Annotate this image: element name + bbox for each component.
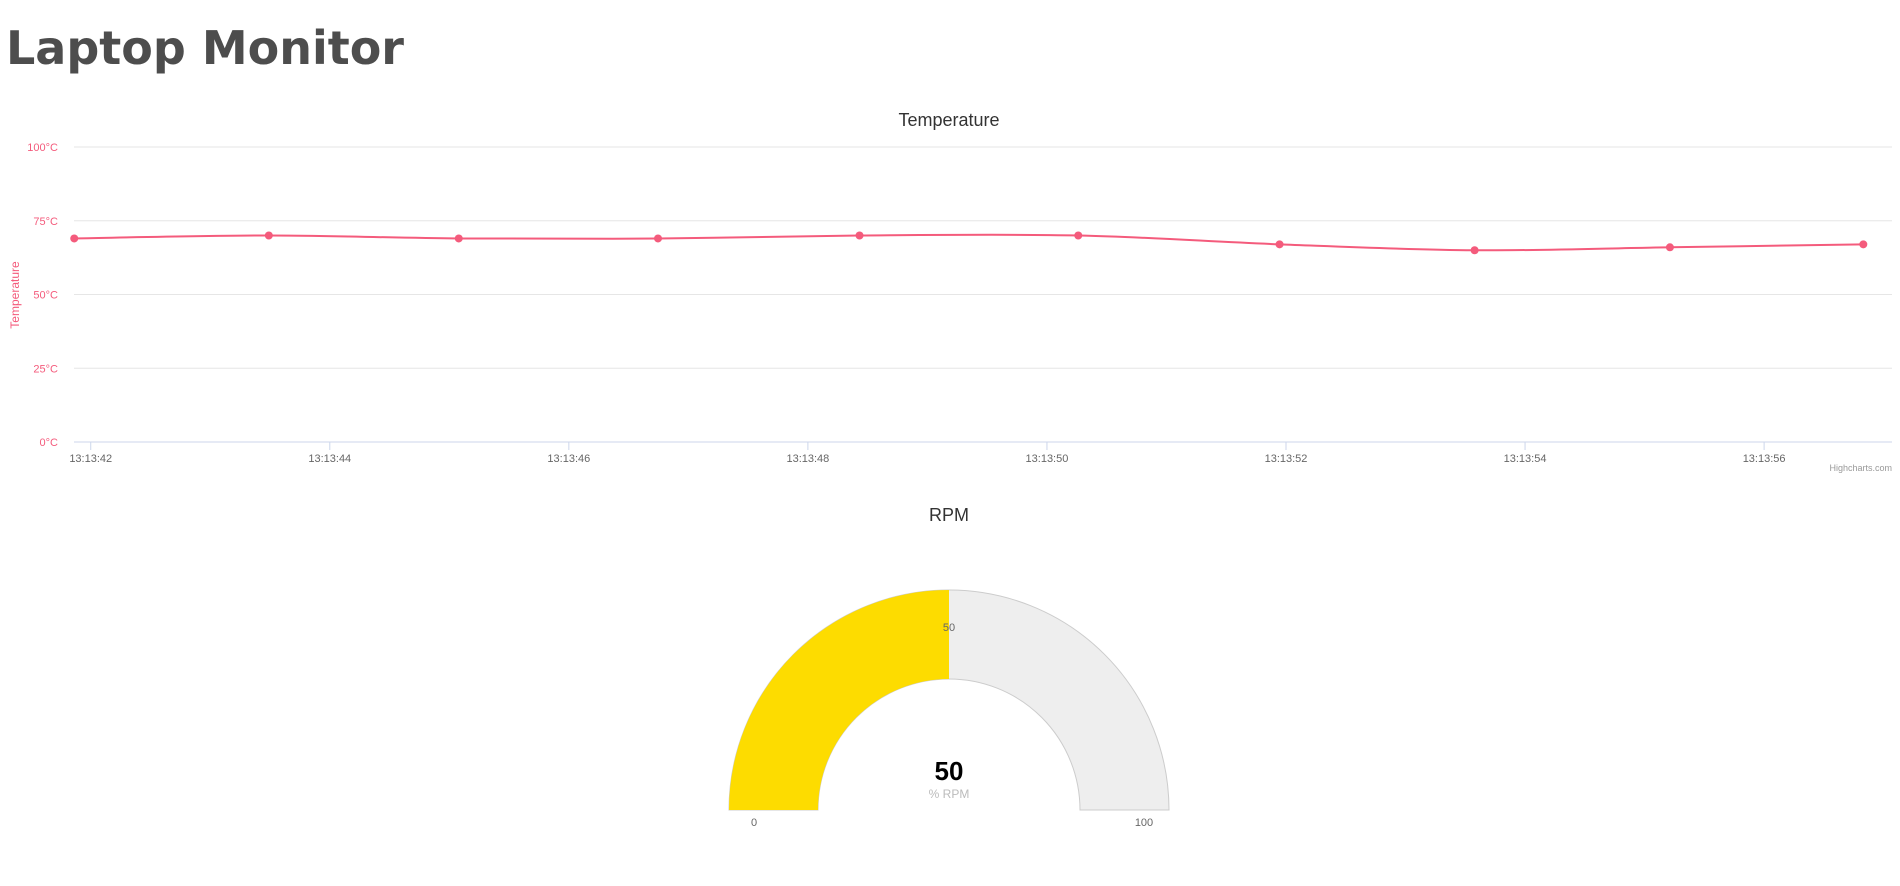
data-point[interactable]: [1074, 231, 1083, 240]
data-point[interactable]: [1470, 246, 1479, 255]
gauge-min-label: 0: [751, 817, 757, 829]
rpm-gauge-chart: RPM 50 50 % RPM 0 100: [728, 505, 1170, 829]
data-point[interactable]: [264, 231, 273, 240]
data-point[interactable]: [1665, 243, 1674, 252]
gauge-unit: % RPM: [929, 787, 970, 801]
gauge-value: 50: [935, 756, 964, 786]
x-tick-label: 13:13:42: [69, 453, 112, 465]
y-tick-label: 25°C: [33, 363, 58, 375]
gauge-mid-label: 50: [943, 622, 955, 634]
data-point[interactable]: [1275, 240, 1284, 249]
x-tick-label: 13:13:48: [786, 453, 829, 465]
y-tick-label: 0°C: [40, 437, 59, 449]
y-tick-label: 75°C: [33, 216, 58, 228]
rpm-chart-title: RPM: [929, 505, 969, 525]
credits-link[interactable]: Highcharts.com: [1829, 463, 1892, 473]
y-tick-label: 100°C: [27, 142, 58, 154]
x-tick-label: 13:13:54: [1504, 453, 1547, 465]
data-point[interactable]: [1859, 240, 1868, 249]
gauge-value-band: [729, 590, 949, 810]
gauge-max-label: 100: [1135, 817, 1153, 829]
data-point[interactable]: [70, 234, 79, 243]
grid-lines: [74, 146, 1892, 443]
x-tick-label: 13:13:44: [308, 453, 351, 465]
x-tick-label: 13:13:50: [1026, 453, 1069, 465]
data-point[interactable]: [855, 231, 864, 240]
x-axis: 13:13:42 13:13:44 13:13:46 13:13:48 13:13:50…: [69, 442, 1786, 465]
y-axis-label: Temperature: [8, 261, 22, 329]
x-tick-label: 13:13:46: [547, 453, 590, 465]
series-line: [74, 233, 1864, 252]
y-tick-label: 50°C: [33, 290, 58, 302]
x-tick-label: 13:13:52: [1265, 453, 1308, 465]
temperature-chart: Temperature Temperature 0°C 25°C 50°C 75°C 1…: [8, 110, 1892, 473]
x-tick-label: 13:13:56: [1743, 453, 1786, 465]
page-title: Laptop Monitor: [6, 21, 404, 75]
data-point[interactable]: [454, 234, 463, 243]
data-point[interactable]: [654, 234, 663, 243]
temperature-series: [70, 231, 1868, 255]
temperature-chart-title: Temperature: [898, 110, 999, 130]
y-axis-ticks: 0°C 25°C 50°C 75°C 100°C: [27, 142, 58, 449]
